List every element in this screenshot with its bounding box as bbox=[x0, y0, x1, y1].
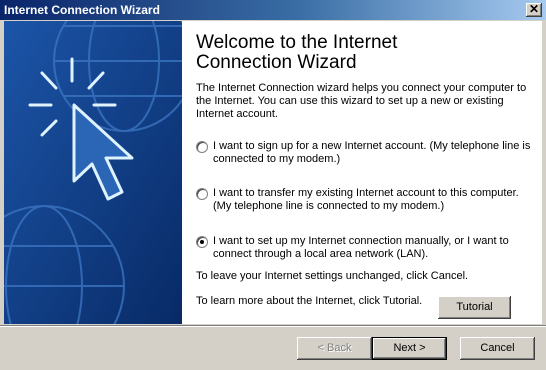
wizard-window: Internet Connection Wizard ✕ Welcome to … bbox=[0, 0, 546, 370]
wizard-artwork bbox=[4, 21, 182, 324]
cancel-button[interactable]: Cancel bbox=[460, 337, 535, 360]
close-button[interactable]: ✕ bbox=[526, 3, 542, 17]
cancel-note: To leave your Internet settings unchange… bbox=[196, 270, 469, 282]
radio-signup[interactable] bbox=[196, 141, 208, 153]
radio-selected-dot bbox=[200, 240, 204, 244]
globe-cursor-illustration bbox=[4, 21, 182, 324]
next-button[interactable]: Next > bbox=[372, 337, 447, 360]
close-icon: ✕ bbox=[528, 2, 540, 16]
window-title: Internet Connection Wizard bbox=[4, 3, 160, 17]
radio-manual[interactable] bbox=[196, 236, 208, 248]
wizard-content: Welcome to the Internet Connection Wizar… bbox=[182, 21, 542, 324]
title-bar[interactable]: Internet Connection Wizard ✕ bbox=[0, 0, 546, 20]
back-button[interactable]: < Back bbox=[297, 337, 372, 360]
option-transfer-label[interactable]: I want to transfer my existing Internet … bbox=[213, 187, 531, 213]
footer-separator bbox=[0, 325, 546, 327]
radio-transfer[interactable] bbox=[196, 188, 208, 200]
page-title: Welcome to the Internet Connection Wizar… bbox=[196, 32, 398, 73]
intro-text: The Internet Connection wizard helps you… bbox=[196, 82, 527, 120]
tutorial-note: To learn more about the Internet, click … bbox=[196, 295, 423, 307]
tutorial-button[interactable]: Tutorial bbox=[438, 296, 511, 319]
option-manual-label[interactable]: I want to set up my Internet connection … bbox=[213, 235, 531, 261]
option-signup-label[interactable]: I want to sign up for a new Internet acc… bbox=[213, 140, 531, 166]
